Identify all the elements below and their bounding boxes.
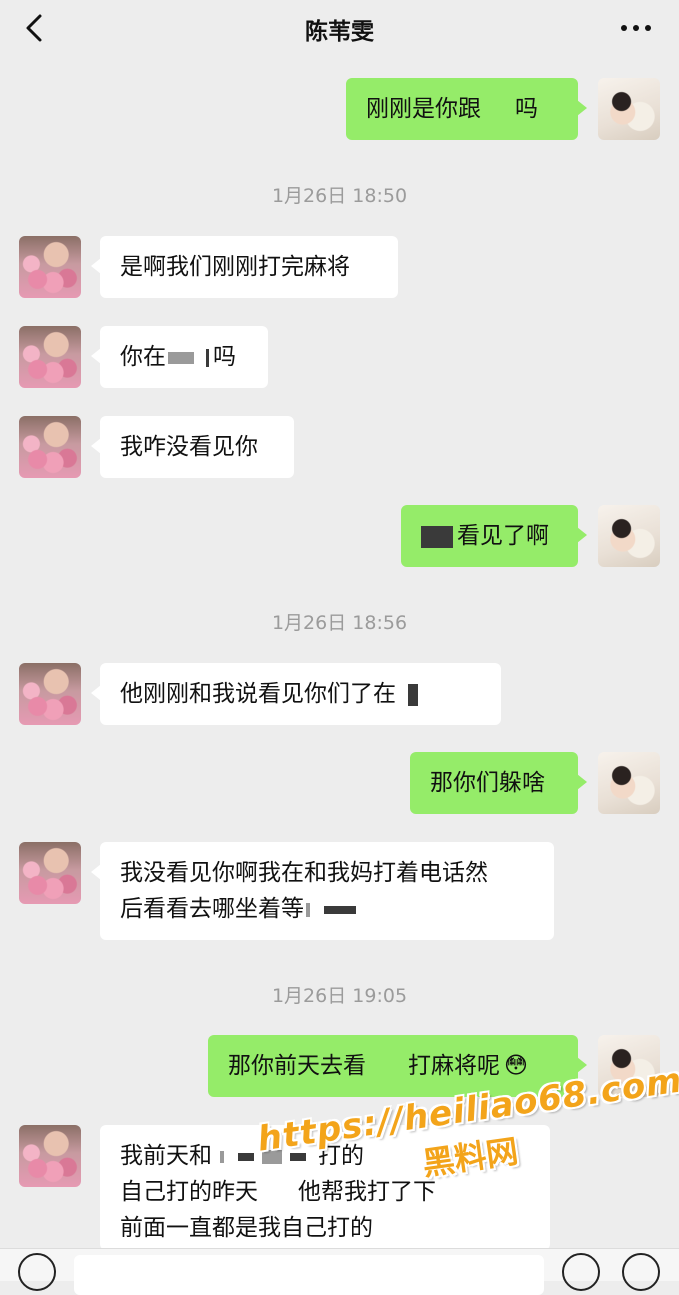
redacted-block xyxy=(306,902,310,917)
message-text: 那你们躲啥 xyxy=(430,770,545,796)
message-bubble-received[interactable]: 是啊我们刚刚打完麻将 xyxy=(91,236,398,298)
chat-title: 陈苇雯 xyxy=(305,19,374,45)
message-text: 我咋没看见你 xyxy=(120,434,258,460)
redacted-block xyxy=(324,905,356,914)
timestamp: 1月26日 19:05 xyxy=(271,985,408,1007)
more-dots-icon[interactable] xyxy=(619,20,653,36)
redacted-block xyxy=(168,351,194,364)
message-bubble-received[interactable]: 我咋没看见你 xyxy=(91,416,294,478)
redacted-block xyxy=(408,683,418,706)
flushed-emoji: 😳 xyxy=(504,1053,528,1079)
message-text: 刚刚是你跟 xyxy=(366,96,481,122)
message-text: 后看看去哪坐着等 xyxy=(120,896,304,922)
message-bubble-sent[interactable]: 刚刚是你跟 吗 xyxy=(346,78,587,140)
message-bubble-sent[interactable]: 那你们躲啥 xyxy=(410,752,587,814)
redacted-block xyxy=(206,348,209,367)
contact-avatar[interactable] xyxy=(19,416,81,478)
redacted-block xyxy=(238,1152,254,1161)
voice-icon[interactable] xyxy=(18,1253,56,1291)
redacted-block xyxy=(220,1150,224,1163)
message-text: 那你前天去看 xyxy=(228,1053,366,1079)
contact-avatar[interactable] xyxy=(19,326,81,388)
timestamp: 1月26日 18:50 xyxy=(271,185,408,207)
contact-avatar[interactable] xyxy=(19,842,81,904)
my-avatar[interactable] xyxy=(598,752,660,814)
message-input[interactable] xyxy=(74,1255,544,1295)
nav-bar: 陈苇雯 xyxy=(0,0,679,56)
timestamp: 1月26日 18:56 xyxy=(271,612,408,634)
my-avatar[interactable] xyxy=(598,505,660,567)
message-text: 我前天和 xyxy=(120,1143,212,1169)
message-bubble-received[interactable]: 我没看见你啊我在和我妈打着电话然 后看看去哪坐着等 xyxy=(91,842,554,940)
contact-avatar[interactable] xyxy=(19,663,81,725)
message-bubble-received[interactable]: 你在 吗 xyxy=(91,326,268,388)
redacted-block xyxy=(421,525,453,548)
contact-avatar[interactable] xyxy=(19,1125,81,1187)
message-text: 看见了啊 xyxy=(457,523,549,549)
plus-icon[interactable] xyxy=(622,1253,660,1291)
message-text: 我没看见你啊我在和我妈打着电话然 xyxy=(120,860,488,886)
my-avatar[interactable] xyxy=(598,78,660,140)
contact-avatar[interactable] xyxy=(19,236,81,298)
message-text: 是啊我们刚刚打完麻将 xyxy=(120,254,350,280)
message-text: 吗 xyxy=(515,96,538,122)
message-bubble-received[interactable]: 他刚刚和我说看见你们了在 xyxy=(91,663,501,725)
input-bar xyxy=(0,1248,679,1295)
emoji-icon[interactable] xyxy=(562,1253,600,1291)
message-text: 吗 xyxy=(213,344,236,370)
message-text: 打麻将呢 xyxy=(408,1053,500,1079)
message-text: 他刚刚和我说看见你们了在 xyxy=(120,681,396,707)
message-bubble-sent[interactable]: 看见了啊 xyxy=(401,505,587,567)
message-text: 自己打的昨天 xyxy=(120,1179,258,1205)
message-text: 你在 xyxy=(120,344,166,370)
